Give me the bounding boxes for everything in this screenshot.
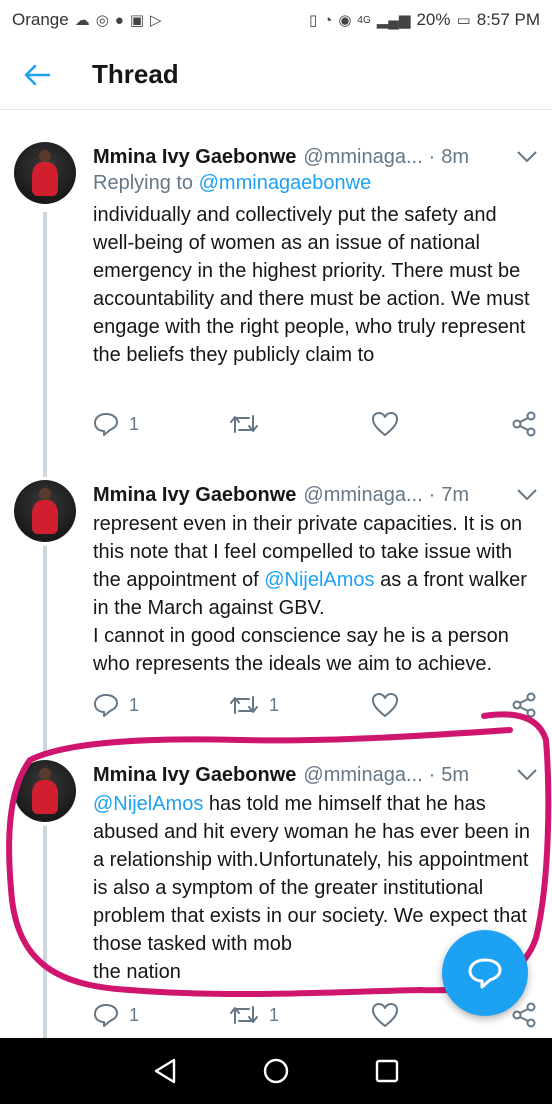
heart-icon (372, 693, 398, 717)
tweet-text: represent even in their private capaciti… (93, 510, 541, 678)
separator: · (428, 483, 436, 506)
author-handle[interactable]: @mminaga... (303, 146, 422, 169)
clock: 8:57 PM (476, 10, 540, 29)
page-title: Thread (92, 59, 179, 89)
eye-icon: ◉ (338, 12, 352, 29)
chevron-down-icon[interactable] (516, 488, 538, 502)
share-icon (512, 411, 536, 437)
retweet-icon (230, 415, 258, 433)
heart-icon (372, 412, 398, 436)
retweet-button[interactable]: 1 (229, 693, 279, 717)
separator: · (428, 145, 436, 168)
retweet-button[interactable]: 1 (229, 1003, 279, 1027)
reply-button[interactable]: 1 (93, 692, 139, 718)
messenger-icon: ● (114, 11, 124, 29)
tweet[interactable]: Mmina Ivy Gaebonwe @mminaga... · 7m repr… (0, 480, 552, 730)
status-bar: Orange ☁ ◎ ● ▣ ▷ ▯ ◔ ◉ 4G ▂▄▆ 20% ▭ 8:57… (0, 0, 552, 40)
avatar[interactable] (14, 142, 76, 204)
status-left: Orange ☁ ◎ ● ▣ ▷ (12, 10, 162, 30)
back-button[interactable] (0, 40, 74, 110)
instagram-icon: ◎ (95, 12, 109, 29)
tweet[interactable]: Mmina Ivy Gaebonwe @mminaga... · 8m Repl… (0, 142, 552, 442)
reply-icon (94, 1004, 118, 1027)
play-store-icon: ▷ (150, 12, 162, 29)
author-name[interactable]: Mmina Ivy Gaebonwe (93, 764, 296, 787)
alarm-icon: ◔ (323, 11, 333, 29)
chevron-down-icon[interactable] (516, 150, 538, 164)
retweet-button[interactable] (229, 412, 269, 436)
carrier-name: Orange (12, 10, 69, 29)
avatar[interactable] (14, 480, 76, 542)
back-arrow-icon (24, 64, 51, 85)
separator: · (428, 763, 436, 786)
nav-home-icon (263, 1058, 289, 1084)
share-button[interactable] (511, 692, 537, 718)
author-name[interactable]: Mmina Ivy Gaebonwe (93, 484, 296, 507)
chevron-down-icon[interactable] (516, 768, 538, 782)
mention-link[interactable]: @NijelAmos (264, 569, 374, 591)
network-type: 4G (357, 14, 371, 26)
mention-link[interactable]: @NijelAmos (93, 793, 203, 815)
share-button[interactable] (511, 411, 537, 437)
retweet-count: 1 (269, 1004, 280, 1025)
reply-context: Replying to @mminagaebonwe (93, 172, 371, 195)
author-handle[interactable]: @mminaga... (303, 764, 422, 787)
tweet-header: Mmina Ivy Gaebonwe @mminaga... · 7m (93, 480, 543, 510)
share-button[interactable] (511, 1002, 537, 1028)
nav-back-button[interactable] (145, 1051, 185, 1091)
reply-prefix: Replying to (93, 172, 194, 194)
tweet-time: 8m (441, 145, 470, 168)
tweet-text-part: I cannot in good conscience say he is a … (93, 625, 509, 675)
like-button[interactable] (371, 411, 399, 437)
facebook-icon: ▣ (129, 12, 145, 29)
tweet-header: Mmina Ivy Gaebonwe @mminaga... · 5m (93, 760, 543, 790)
share-icon (512, 1002, 536, 1028)
retweet-icon (230, 696, 258, 714)
like-button[interactable] (371, 692, 399, 718)
tweet-text-part: the nation (93, 961, 181, 983)
reply-mention-link[interactable]: @mminagaebonwe (199, 172, 372, 194)
reply-count: 1 (129, 694, 140, 715)
compose-reply-button[interactable] (442, 930, 528, 1016)
reply-icon (94, 694, 118, 717)
heart-icon (372, 1003, 398, 1027)
nav-back-icon (155, 1058, 176, 1084)
tweet-text-part: has told me himself that he has abused a… (93, 793, 530, 955)
compose-icon (468, 958, 502, 989)
tweet-time: 7m (441, 483, 470, 506)
android-nav-bar (0, 1038, 552, 1104)
app-header: Thread (0, 40, 552, 110)
author-handle[interactable]: @mminaga... (303, 484, 422, 507)
reply-count: 1 (129, 413, 140, 434)
nav-recents-button[interactable] (367, 1051, 407, 1091)
reply-button[interactable]: 1 (93, 1002, 139, 1028)
tweet-actions: 1 (93, 409, 543, 439)
retweet-count: 1 (269, 694, 280, 715)
tweet-actions: 1 1 (93, 690, 543, 720)
status-right: ▯ ◔ ◉ 4G ▂▄▆ 20% ▭ 8:57 PM (309, 10, 540, 30)
signal-icon: ▂▄▆ (376, 12, 411, 29)
retweet-icon (230, 1006, 258, 1024)
reply-icon (94, 413, 118, 436)
avatar[interactable] (14, 760, 76, 822)
tweet-text: individually and collectively put the sa… (93, 204, 530, 366)
nav-recents-icon (375, 1059, 398, 1083)
tweet-time: 5m (441, 763, 470, 786)
cloud-icon: ☁ (74, 12, 90, 29)
like-button[interactable] (371, 1002, 399, 1028)
nav-home-button[interactable] (256, 1051, 296, 1091)
battery-percent: 20% (416, 10, 451, 29)
tweet-header: Mmina Ivy Gaebonwe @mminaga... · 8m (93, 142, 543, 172)
reply-button[interactable]: 1 (93, 411, 139, 437)
author-name[interactable]: Mmina Ivy Gaebonwe (93, 146, 296, 169)
battery-icon: ▭ (456, 12, 471, 29)
vibrate-icon: ▯ (309, 12, 318, 29)
share-icon (512, 692, 536, 718)
reply-count: 1 (129, 1004, 140, 1025)
